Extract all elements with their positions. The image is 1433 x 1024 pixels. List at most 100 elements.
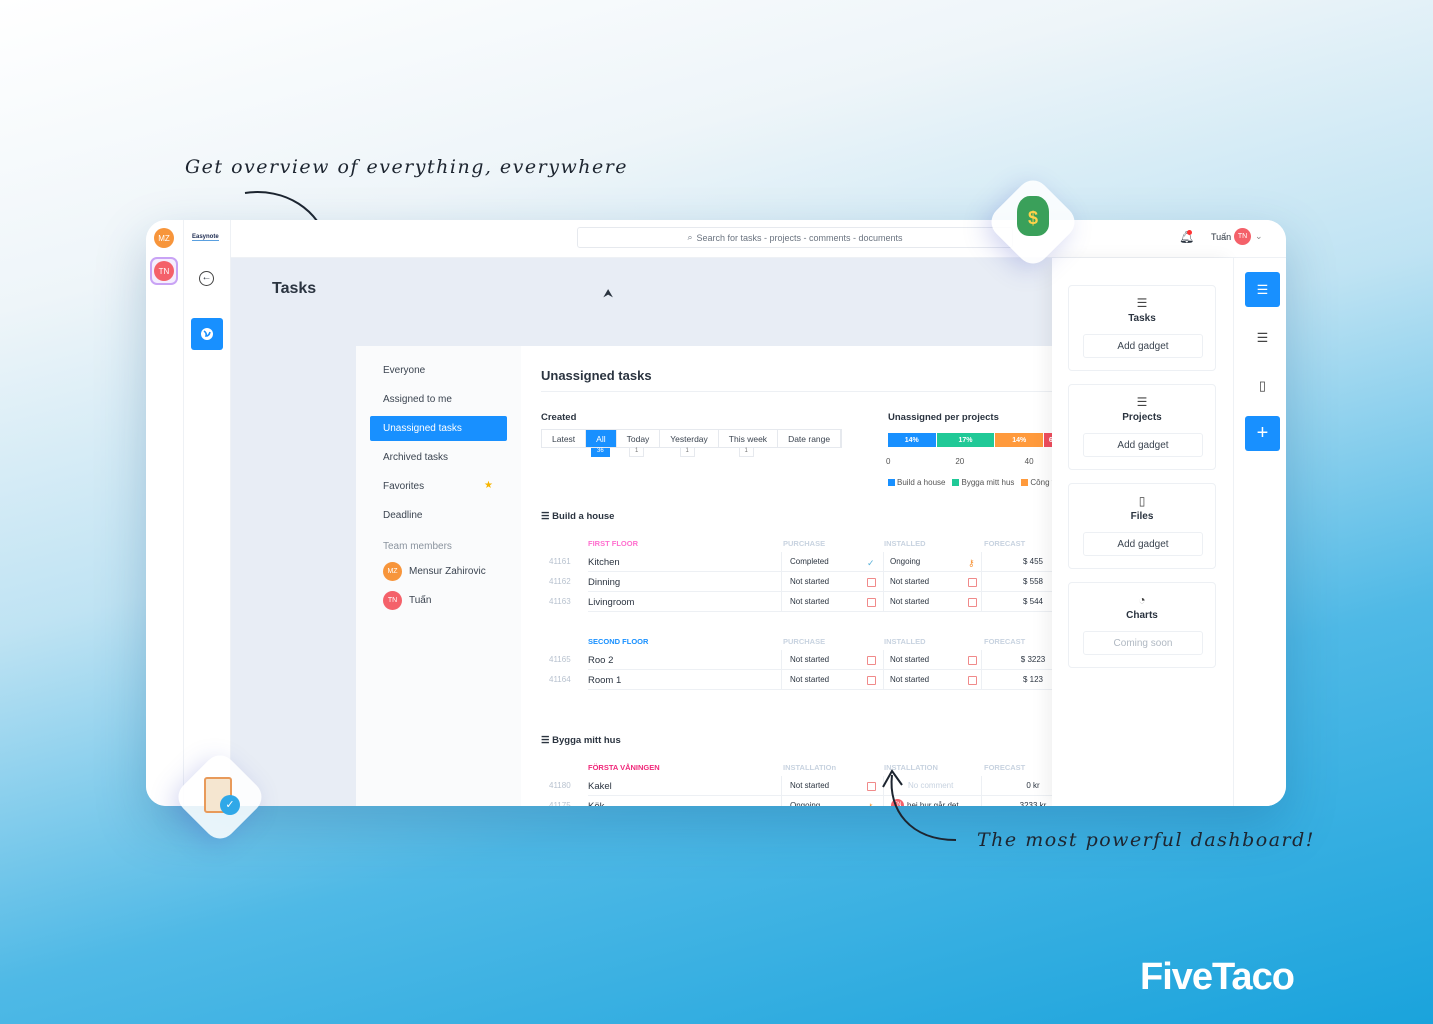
menu-item-favorites[interactable]: Favorites (383, 481, 424, 492)
brand-logo: FiveTaco (1140, 956, 1295, 998)
files-rail-button[interactable]: ▯ (1245, 368, 1280, 403)
status-square-icon[interactable] (968, 598, 977, 607)
row-name: Room 1 (588, 675, 622, 686)
tick-label: 0 (886, 457, 891, 466)
forecast: $ 558 (1022, 577, 1044, 586)
globe-button[interactable] (191, 318, 223, 350)
status-square-icon[interactable] (968, 656, 977, 665)
projects-icon: ☰ (1256, 329, 1269, 345)
tasks-rail-button[interactable]: ☰ (1245, 272, 1280, 307)
gadget-panel: ☰ Tasks Add gadget ☰ Projects Add gadget ▯ File… (1052, 258, 1233, 806)
gadget-action-button: Coming soon (1083, 631, 1203, 655)
group-title: FIRST FLOOR (588, 539, 638, 548)
avatar-tn[interactable]: TN (154, 261, 174, 281)
star-icon[interactable]: ★ (484, 480, 493, 491)
projects-icon: ☰ (1136, 395, 1148, 409)
menu-item-assigned-to-me[interactable]: Assigned to me (383, 394, 452, 405)
projects-rail-button[interactable]: ☰ (1245, 320, 1280, 355)
installed-status: Not started (890, 577, 930, 586)
bar-segment[interactable]: 17% (936, 433, 996, 447)
files-icon: ▯ (1138, 494, 1146, 508)
filter-latest[interactable]: Latest (542, 430, 587, 447)
check-icon[interactable]: ✓ (867, 558, 875, 569)
menu-item-everyone[interactable]: Everyone (383, 365, 425, 376)
gadget-rail: ☰ ☰ ▯ + (1233, 258, 1286, 806)
purchase-status: Completed (790, 557, 829, 566)
created-label: Created (541, 412, 577, 423)
legend-item: Build a house (888, 478, 945, 487)
gadget-action-button[interactable]: Add gadget (1083, 334, 1203, 358)
purchase-status: Not started (790, 655, 830, 664)
status-square-icon[interactable] (867, 598, 876, 607)
search-input[interactable]: ⌕ Search for tasks - projects - comments … (577, 227, 1013, 248)
user-avatar[interactable]: TN (1234, 228, 1251, 245)
status-square-icon[interactable] (867, 578, 876, 587)
cursor-icon: ⮝ (603, 286, 614, 300)
app-window: MZ TN Easynote ← ⌕ Search for tasks - pro… (146, 220, 1286, 806)
tasks-icon: ☰ (1256, 281, 1269, 297)
menu-item-deadline[interactable]: Deadline (383, 510, 422, 521)
filter-date-range[interactable]: Date range (778, 430, 842, 447)
filter-count: 1 (679, 448, 695, 457)
gadget-card-files: ▯ Files Add gadget (1068, 483, 1216, 569)
page-title: Tasks (272, 280, 317, 297)
row-name: Livingroom (588, 597, 635, 608)
row-name: Kakel (588, 781, 612, 792)
installed-status: Ongoing (890, 557, 921, 566)
member-name[interactable]: Tuấn (409, 595, 431, 606)
column-header: FORECAST (984, 539, 1026, 548)
legend-item: Bygga mitt hus (952, 478, 1014, 487)
installed-status: Not started (890, 655, 930, 664)
gadget-action-button[interactable]: Add gadget (1083, 433, 1203, 457)
back-icon[interactable]: ← (199, 271, 214, 286)
member-avatar[interactable]: TN (383, 591, 402, 610)
menu-item-archived-tasks[interactable]: Archived tasks (383, 452, 448, 463)
avatar-mz[interactable]: MZ (154, 228, 174, 248)
created-filter: Latest All Today Yesterday This week Date ran… (541, 429, 843, 448)
row-name: Kitchen (588, 557, 620, 568)
gadget-title: Tasks (1128, 313, 1156, 324)
forecast: $ 544 (1022, 597, 1044, 606)
forecast: 0 kr (1026, 781, 1040, 790)
group-title: SECOND FLOOR (588, 637, 649, 646)
search-icon: ⌕ (687, 232, 693, 242)
status-square-icon[interactable] (968, 578, 977, 587)
row-id: 41163 (549, 597, 571, 606)
chevron-down-icon[interactable]: ⌄ (1255, 231, 1263, 242)
gadget-card-charts: ◔ Charts Coming soon (1068, 582, 1216, 668)
status-square-icon[interactable] (968, 676, 977, 685)
tick-label: 40 (1024, 457, 1034, 466)
filter-yesterday[interactable]: Yesterday (660, 430, 719, 447)
add-gadget-button[interactable]: + (1245, 416, 1280, 451)
status-square-icon[interactable] (867, 676, 876, 685)
tick-label: 20 (955, 457, 965, 466)
main-area: Tasks ⮝ Everyone Assigned to me Unassigned… (231, 258, 1137, 806)
bar-segment[interactable]: 14% (888, 433, 937, 447)
plus-icon: + (1256, 422, 1269, 444)
money-bag-sticker: $ (984, 173, 1082, 271)
member-avatar[interactable]: MZ (383, 562, 402, 581)
filter-count: 1 (738, 448, 754, 457)
filter-all[interactable]: All (586, 430, 617, 447)
filter-this-week[interactable]: This week (719, 430, 779, 447)
gadget-action-button[interactable]: Add gadget (1083, 532, 1203, 556)
caption-bottom: The most powerful dashboard! (977, 829, 1315, 851)
filter-today[interactable]: Today (617, 430, 661, 447)
purchase-status: Not started (790, 781, 830, 790)
menu-item-unassigned-tasks[interactable]: Unassigned tasks (370, 416, 507, 441)
bar-segment[interactable]: 14% (995, 433, 1044, 447)
arrow-up-icon (882, 769, 957, 841)
legend-swatch (1021, 479, 1029, 486)
bell-icon[interactable]: 🔔︎ (1179, 230, 1194, 244)
key-icon[interactable]: ⚷ (968, 558, 975, 569)
member-name[interactable]: Mensur Zahirovic (409, 566, 486, 577)
key-icon[interactable]: ⚷ (867, 802, 874, 806)
top-bar: ⌕ Search for tasks - projects - comments … (231, 220, 1286, 258)
user-name[interactable]: Tuấn (1211, 232, 1231, 242)
status-square-icon[interactable] (867, 782, 876, 791)
user-rail: MZ TN (146, 220, 184, 806)
project-icon: ☰ (541, 511, 553, 522)
forecast: $ 455 (1022, 557, 1044, 566)
purchase-status: Not started (790, 675, 830, 684)
status-square-icon[interactable] (867, 656, 876, 665)
